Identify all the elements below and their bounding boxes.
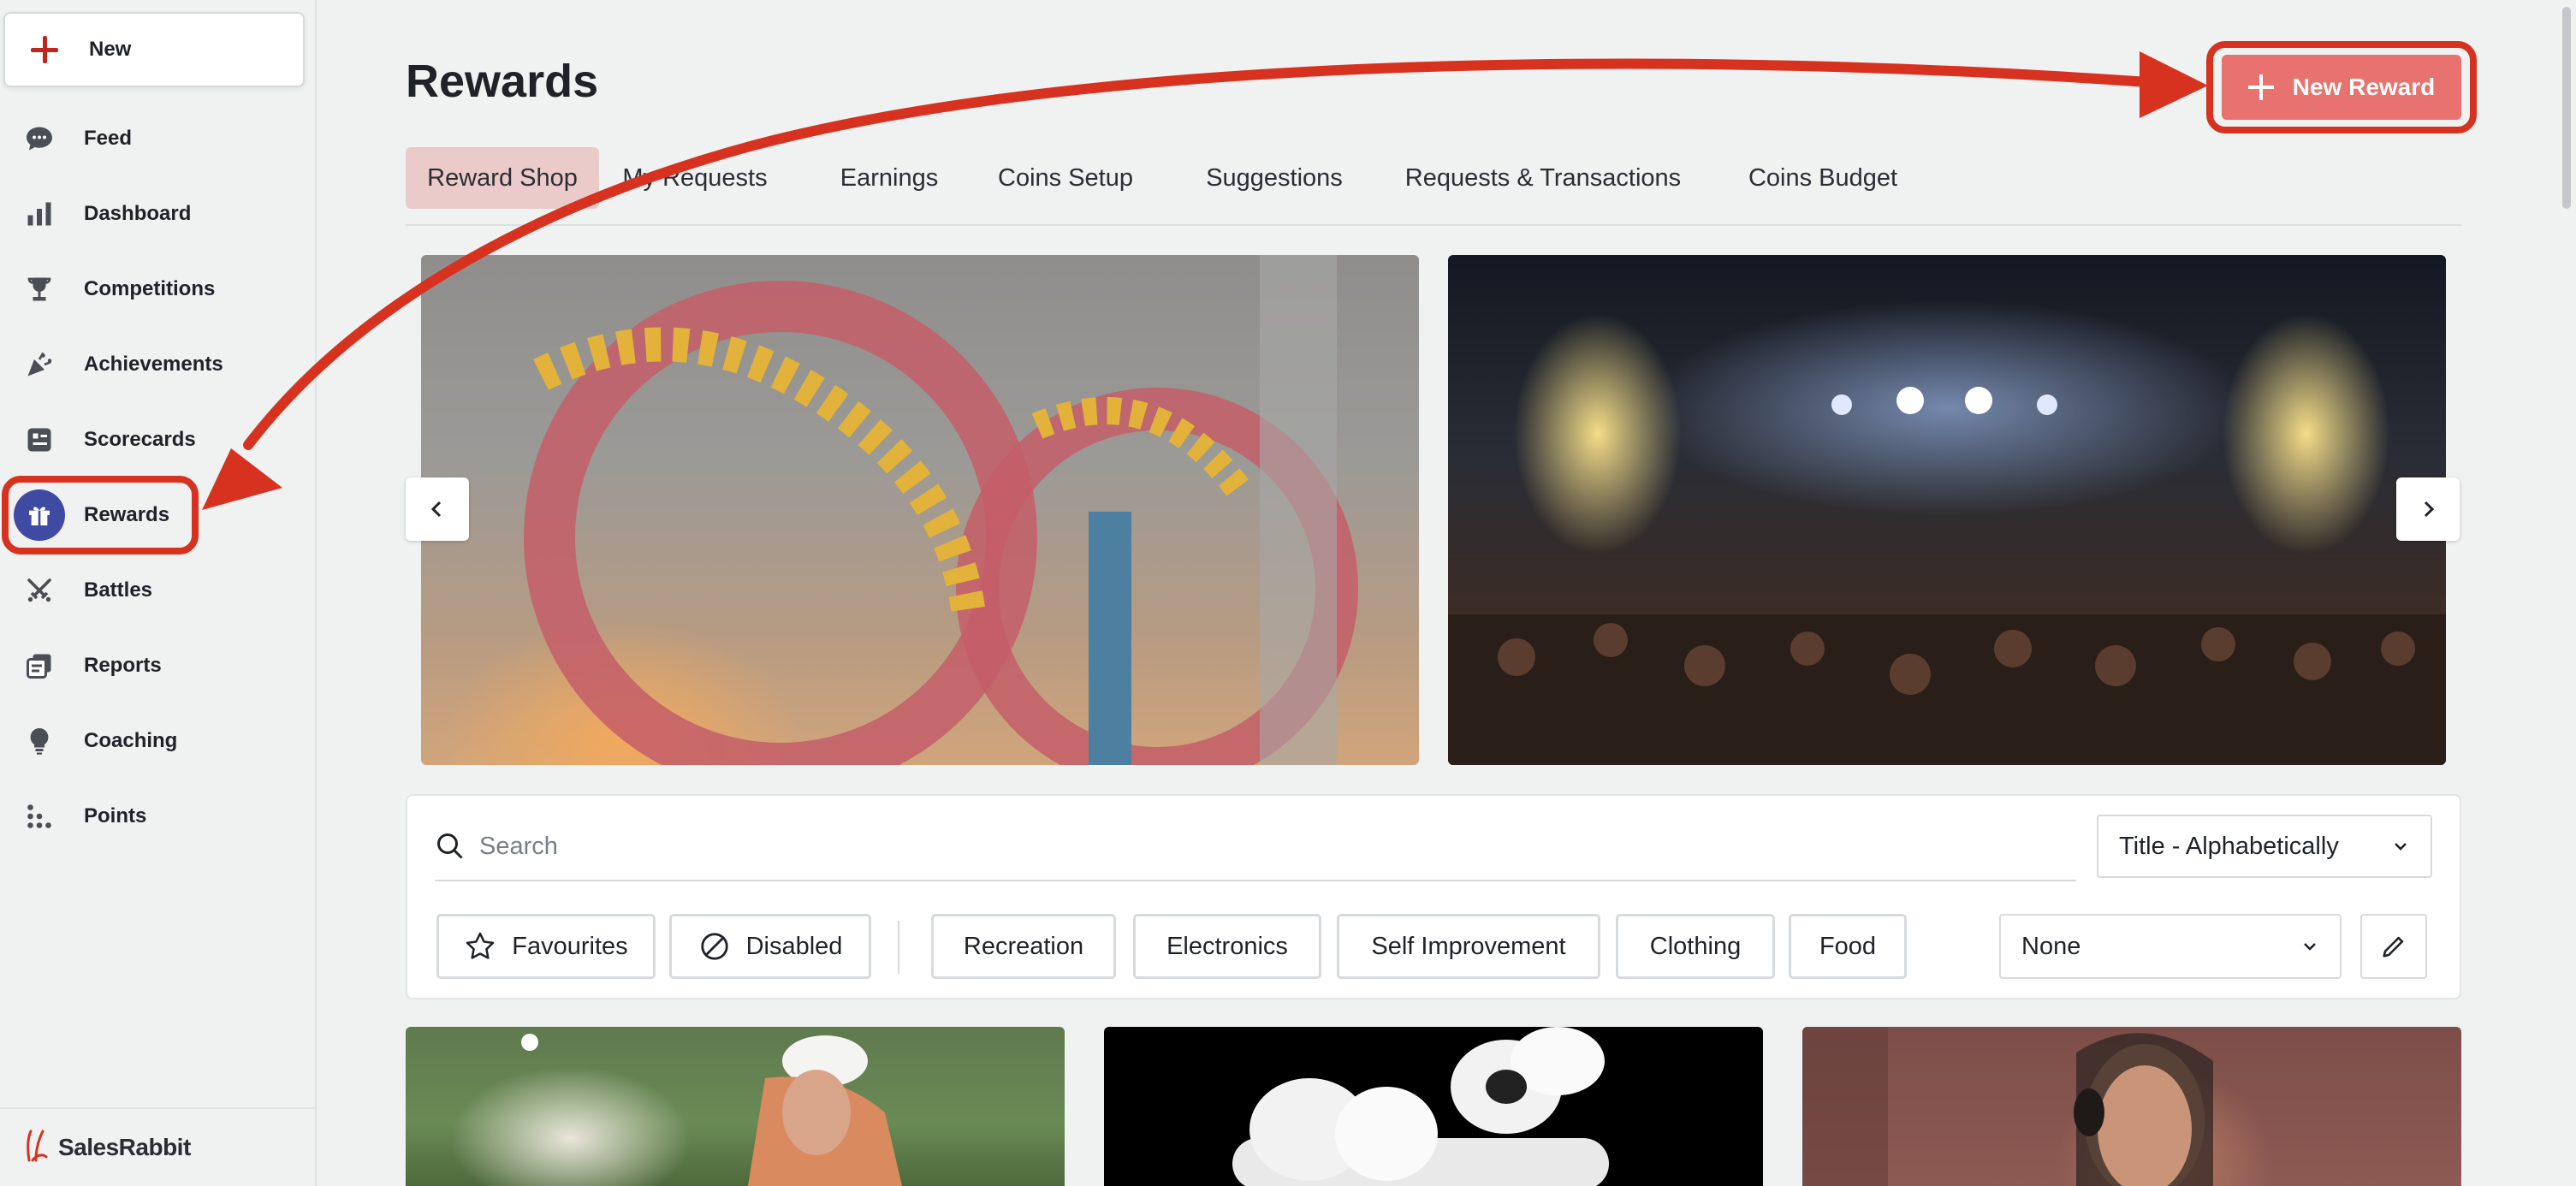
carousel-image-concert[interactable]	[1448, 255, 2446, 765]
favourites-label: Favourites	[512, 932, 628, 960]
sort-selected-value: Title - Alphabetically	[2119, 832, 2339, 860]
new-button-label: New	[89, 38, 132, 61]
chat-bubble-icon	[21, 120, 58, 157]
disabled-filter-button[interactable]: Disabled	[669, 914, 871, 979]
tab-earnings[interactable]: Earnings	[834, 147, 945, 209]
new-reward-label: New Reward	[2292, 74, 2436, 100]
chevron-down-icon	[2395, 843, 2407, 851]
filter-divider	[898, 921, 899, 974]
sidebar-item-points[interactable]: Points	[0, 782, 315, 851]
search-bar	[435, 813, 2076, 881]
plus-icon	[2247, 74, 2274, 100]
sidebar-item-label: Battles	[84, 578, 153, 602]
sidebar-item-scorecards[interactable]: Scorecards	[0, 406, 315, 474]
sidebar-item-label: Dashboard	[84, 202, 192, 225]
sidebar-footer: SalesRabbit	[0, 1107, 315, 1186]
edit-button[interactable]	[2360, 914, 2427, 979]
carousel-next-button[interactable]	[2396, 477, 2460, 541]
new-button[interactable]: New	[3, 12, 305, 87]
sidebar-item-battles[interactable]: Battles	[0, 556, 315, 625]
reward-card-headphones[interactable]	[1802, 1027, 2461, 1186]
bar-chart-icon	[21, 195, 58, 233]
sidebar-item-label: Achievements	[84, 353, 223, 376]
carousel-image-roller-coaster[interactable]	[421, 255, 1419, 765]
sidebar-item-dashboard[interactable]: Dashboard	[0, 180, 315, 248]
trophy-icon	[21, 270, 58, 308]
rabbit-logo-icon	[26, 1130, 48, 1166]
search-input[interactable]	[478, 831, 2021, 862]
tab-my-requests[interactable]: My Requests	[618, 147, 772, 209]
tab-coins-budget[interactable]: Coins Budget	[1741, 147, 1905, 209]
star-icon	[466, 932, 495, 959]
tab-coins-setup[interactable]: Coins Setup	[993, 147, 1138, 209]
sidebar: New Feed Dashboard Competitions Achievem…	[0, 0, 317, 1186]
category-chip-clothing[interactable]: Clothing	[1616, 914, 1775, 979]
tab-requests-transactions[interactable]: Requests & Transactions	[1392, 147, 1695, 209]
confetti-icon	[21, 346, 58, 383]
group-dropdown[interactable]: None	[1999, 914, 2342, 979]
carousel-prev-button[interactable]	[406, 477, 469, 541]
reports-icon	[21, 647, 58, 685]
scrollbar-thumb[interactable]	[2562, 7, 2571, 209]
disabled-label: Disabled	[745, 932, 843, 960]
sidebar-item-coaching[interactable]: Coaching	[0, 707, 315, 775]
category-chip-self-improvement[interactable]: Self Improvement	[1337, 914, 1600, 979]
sort-dropdown[interactable]: Title - Alphabetically	[2097, 815, 2432, 878]
reward-card-golf[interactable]	[406, 1027, 1065, 1186]
sidebar-item-label: Feed	[84, 127, 133, 150]
category-chip-recreation[interactable]: Recreation	[931, 914, 1116, 979]
sidebar-item-label: Coaching	[84, 729, 178, 752]
chevron-right-icon	[2424, 501, 2435, 518]
new-reward-button[interactable]: New Reward	[2222, 55, 2461, 120]
search-icon	[437, 833, 463, 859]
favourites-filter-button[interactable]: Favourites	[436, 914, 656, 979]
sidebar-item-label: Scorecards	[84, 428, 196, 451]
blocked-icon	[700, 933, 728, 960]
sidebar-item-feed[interactable]: Feed	[0, 104, 315, 173]
sidebar-item-label: Reports	[84, 654, 162, 677]
crossed-swords-icon	[21, 572, 58, 609]
dots-grid-icon	[21, 798, 58, 835]
category-chip-food[interactable]: Food	[1789, 914, 1907, 979]
sidebar-item-achievements[interactable]: Achievements	[0, 330, 315, 399]
rewards-annotation-highlight	[2, 476, 199, 554]
scorecard-icon	[21, 421, 58, 459]
tab-suggestions[interactable]: Suggestions	[1193, 147, 1356, 209]
reward-card-earbuds[interactable]	[1104, 1027, 1763, 1186]
pencil-icon	[2383, 936, 2404, 958]
category-chip-electronics[interactable]: Electronics	[1133, 914, 1321, 979]
sidebar-item-label: Points	[84, 804, 147, 827]
tab-bar: Reward Shop My Requests Earnings Coins S…	[406, 147, 2461, 226]
sidebar-item-competitions[interactable]: Competitions	[0, 255, 315, 323]
chevron-left-icon	[430, 501, 442, 518]
brand-name: SalesRabbit	[58, 1134, 191, 1160]
tab-reward-shop[interactable]: Reward Shop	[406, 147, 599, 209]
sidebar-item-label: Competitions	[84, 277, 216, 300]
group-selected-value: None	[2021, 932, 2081, 960]
plus-icon	[31, 36, 58, 63]
page-title: Rewards	[406, 56, 599, 107]
lightbulb-icon	[21, 722, 58, 760]
chevron-down-icon	[2304, 943, 2316, 951]
sidebar-item-reports[interactable]: Reports	[0, 632, 315, 700]
